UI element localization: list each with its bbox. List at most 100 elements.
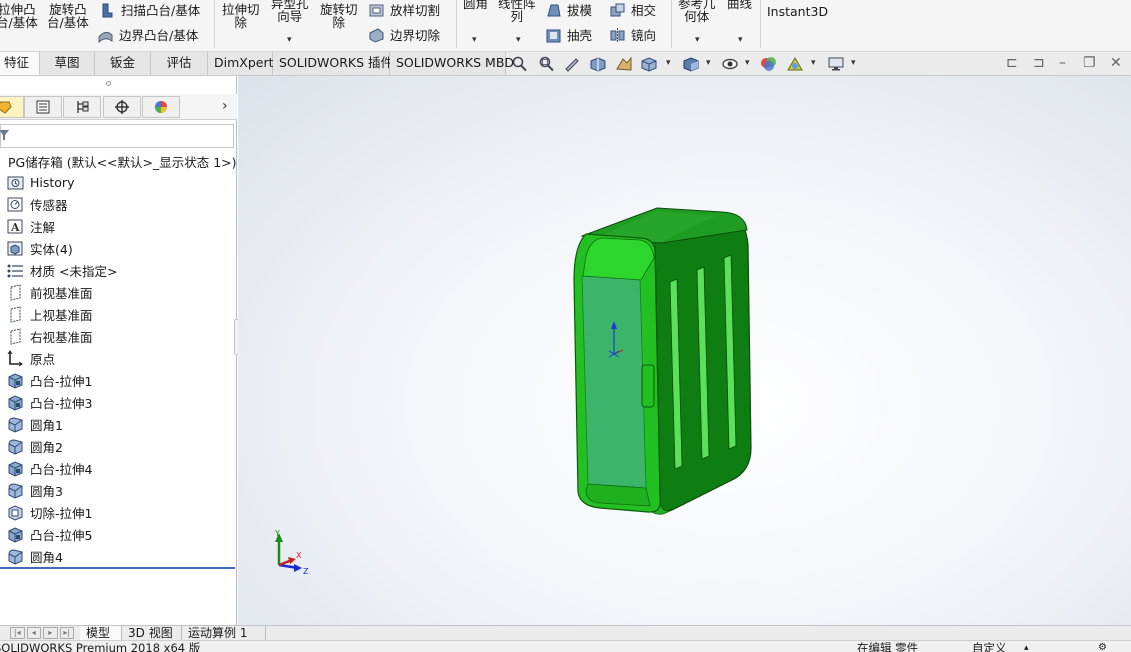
extrude-boss-button[interactable]: 拉伸凸 台/基体 — [0, 3, 38, 29]
tab-motion-study[interactable]: 运动算例 1 — [182, 626, 266, 641]
tab-3d-view[interactable]: 3D 视图 — [122, 626, 182, 641]
hole-wizard-button[interactable]: 异型孔 向导 — [271, 0, 309, 23]
restore-icon[interactable]: ❐ — [1083, 55, 1096, 71]
revolved-cut-button[interactable]: 旋转切除 — [320, 3, 358, 29]
tree-item[interactable]: 前视基准面 — [6, 282, 93, 302]
tab-dimxpert[interactable]: DimXpert — [208, 52, 274, 75]
tree-item[interactable]: 实体(4) — [6, 238, 73, 258]
part-root-node[interactable]: PG储存箱 (默认<<默认>_显示状态 1>) — [8, 152, 237, 171]
rollback-bar[interactable] — [0, 567, 235, 569]
display-manager-tab[interactable] — [142, 96, 180, 118]
tree-filter-bar[interactable] — [0, 124, 234, 148]
status-units[interactable]: 自定义 — [972, 642, 1007, 652]
tile-left-icon[interactable]: ⊏ — [1006, 55, 1018, 71]
minimize-icon[interactable]: – — [1059, 55, 1066, 71]
extruded-cut-button[interactable]: 拉伸切除 — [222, 3, 260, 29]
hole-wizard-dropdown-icon[interactable]: ▾ — [287, 35, 292, 45]
curves-button[interactable]: 曲线 — [727, 0, 752, 10]
instant3d-button[interactable]: Instant3D — [767, 5, 828, 18]
shell-button[interactable]: 抽壳 — [545, 27, 592, 44]
boundary-boss-button[interactable]: 边界凸台/基体 — [97, 27, 198, 44]
tree-item[interactable]: 圆角3 — [6, 480, 63, 500]
tree-item[interactable]: 凸台-拉伸1 — [6, 370, 92, 390]
section-view-icon[interactable] — [589, 56, 607, 72]
view-orientation-dropdown-icon[interactable]: ▾ — [666, 58, 671, 68]
edit-appearance-icon[interactable] — [760, 56, 778, 72]
tree-item[interactable]: 圆角2 — [6, 436, 63, 456]
display-style-icon[interactable] — [682, 56, 700, 72]
triad-z-label: Z — [303, 567, 309, 576]
last-tab-icon[interactable]: ▸| — [59, 627, 74, 639]
units-dropdown-icon[interactable]: ▴ — [1024, 642, 1029, 652]
view-settings-icon[interactable] — [827, 56, 845, 72]
feature-manager-tab[interactable] — [0, 96, 24, 118]
annotation-icon: A — [6, 218, 25, 235]
tree-item-label: History — [30, 174, 75, 190]
curves-dropdown-icon[interactable]: ▾ — [738, 35, 743, 45]
tree-item[interactable]: 传感器 — [6, 194, 68, 214]
tab-evaluate[interactable]: 评估 — [151, 52, 208, 75]
mirror-button[interactable]: 镜向 — [609, 27, 656, 44]
view-orientation-icon[interactable] — [640, 56, 658, 72]
tree-item[interactable]: 右视基准面 — [6, 326, 93, 346]
tree-item[interactable]: History — [6, 172, 74, 192]
revolve-boss-button[interactable]: 旋转凸 台/基体 — [47, 3, 89, 29]
previous-view-icon[interactable] — [563, 56, 581, 72]
hide-show-dropdown-icon[interactable]: ▾ — [745, 58, 750, 68]
linear-pattern-dropdown-icon[interactable]: ▾ — [516, 35, 521, 45]
tree-item[interactable]: A 注解 — [6, 216, 55, 236]
tile-right-icon[interactable]: ⊐ — [1033, 55, 1045, 71]
tab-sketch[interactable]: 草图 — [40, 52, 95, 75]
hide-show-items-icon[interactable] — [721, 56, 739, 72]
prev-tab-icon[interactable]: ◂ — [26, 627, 41, 639]
view-settings-dropdown-icon[interactable]: ▾ — [851, 58, 856, 68]
tree-item[interactable]: 材质 <未指定> — [6, 260, 117, 280]
linear-pattern-button[interactable]: 线性阵列 — [498, 0, 536, 23]
tree-item[interactable]: 圆角1 — [6, 414, 63, 434]
zoom-to-area-icon[interactable] — [537, 56, 555, 72]
fillet-button[interactable]: 圆角 — [463, 0, 488, 10]
tree-item-label: 上视基准面 — [30, 307, 93, 323]
apply-scene-icon[interactable] — [786, 56, 804, 72]
zoom-to-fit-icon[interactable] — [511, 56, 529, 72]
boundary-cut-button[interactable]: 边界切除 — [368, 27, 440, 44]
intersect-button[interactable]: 相交 — [609, 2, 656, 19]
fillet-dropdown-icon[interactable]: ▾ — [472, 35, 477, 45]
tree-item[interactable]: 上视基准面 — [6, 304, 93, 324]
tab-solidworks-mbd[interactable]: SOLIDWORKS MBD — [390, 52, 514, 75]
tree-item[interactable]: 凸台-拉伸5 — [6, 524, 92, 544]
history-folder-icon — [6, 174, 25, 191]
tree-item[interactable]: 切除-拉伸1 — [6, 502, 92, 522]
property-manager-tab[interactable] — [24, 96, 62, 118]
apply-scene-dropdown-icon[interactable]: ▾ — [811, 58, 816, 68]
tab-model[interactable]: 模型 — [80, 626, 122, 641]
swept-cut-button[interactable]: 放样切割 — [368, 2, 440, 19]
storage-box-model[interactable] — [573, 207, 752, 515]
reference-geometry-button[interactable]: 参考几 何体 — [678, 0, 716, 23]
tree-item[interactable]: 原点 — [6, 348, 55, 368]
graphics-area[interactable]: Y X Z — [238, 76, 1131, 625]
close-icon[interactable]: ✕ — [1110, 55, 1122, 71]
tree-item[interactable]: 圆角4 — [6, 546, 63, 566]
first-tab-icon[interactable]: |◂ — [10, 627, 25, 639]
reference-geometry-dropdown-icon[interactable]: ▾ — [695, 35, 700, 45]
tabs-scroll-right-icon[interactable]: › — [222, 98, 228, 114]
tab-solidworks-addins[interactable]: SOLIDWORKS 插件 — [273, 52, 393, 75]
tree-item-label: 凸台-拉伸5 — [30, 527, 93, 543]
display-style-dropdown-icon[interactable]: ▾ — [706, 58, 711, 68]
tab-sheet-metal[interactable]: 钣金 — [95, 52, 151, 75]
next-tab-icon[interactable]: ▸ — [43, 627, 58, 639]
filter-funnel-icon[interactable] — [0, 129, 9, 141]
status-options-icon[interactable]: ⚙ — [1098, 642, 1107, 652]
dynamic-annotation-icon[interactable] — [615, 56, 633, 72]
swept-boss-button[interactable]: 扫描凸台/基体 — [99, 2, 200, 19]
panel-grip-icon[interactable] — [106, 81, 111, 86]
draft-button[interactable]: 拔模 — [545, 2, 592, 19]
model-view[interactable]: Y X Z — [238, 76, 1131, 625]
configuration-manager-tab[interactable] — [63, 96, 101, 118]
tree-item[interactable]: 凸台-拉伸3 — [6, 392, 92, 412]
dimxpert-manager-tab[interactable] — [103, 96, 141, 118]
tab-features[interactable]: 特征 — [0, 52, 40, 75]
tree-item-label: 切除-拉伸1 — [30, 505, 93, 521]
tree-item[interactable]: 凸台-拉伸4 — [6, 458, 92, 478]
